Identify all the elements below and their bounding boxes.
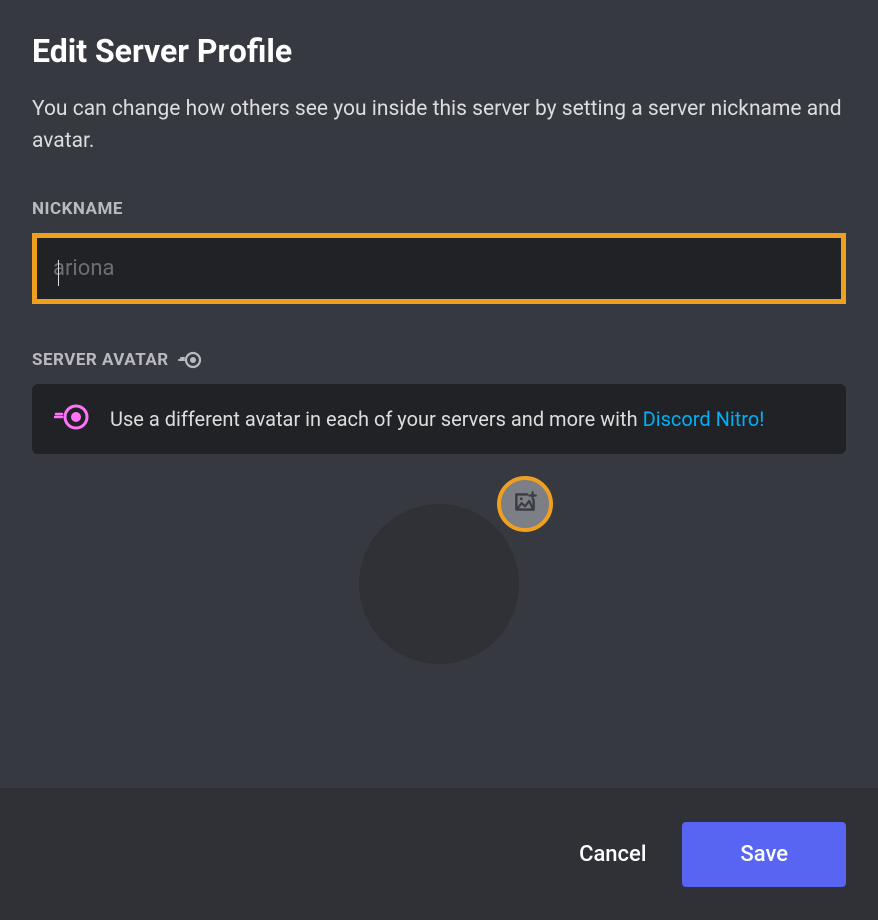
nitro-prompt-prefix: Use a different avatar in each of your s… bbox=[110, 407, 643, 431]
nitro-badge-icon bbox=[54, 404, 90, 434]
modal-subtitle: You can change how others see you inside… bbox=[32, 94, 846, 157]
modal-footer: Cancel Save bbox=[0, 788, 878, 920]
save-button[interactable]: Save bbox=[682, 822, 846, 887]
server-avatar-label-text: SERVER AVATAR bbox=[32, 350, 169, 370]
nickname-input-wrapper bbox=[32, 233, 846, 304]
upload-avatar-button[interactable] bbox=[497, 476, 553, 532]
server-avatar-label: SERVER AVATAR bbox=[32, 350, 846, 370]
edit-server-profile-modal: Edit Server Profile You can change how o… bbox=[0, 0, 878, 788]
nitro-upsell-text: Use a different avatar in each of your s… bbox=[110, 404, 764, 434]
text-cursor bbox=[58, 260, 59, 286]
nickname-label: NICKNAME bbox=[32, 199, 846, 219]
avatar-placeholder[interactable] bbox=[359, 504, 519, 664]
avatar-upload-area bbox=[32, 504, 846, 664]
add-image-icon bbox=[512, 489, 538, 519]
nitro-upsell-banner: Use a different avatar in each of your s… bbox=[32, 384, 846, 454]
nitro-icon bbox=[177, 351, 203, 369]
cancel-button[interactable]: Cancel bbox=[571, 826, 654, 883]
modal-title: Edit Server Profile bbox=[32, 32, 846, 70]
discord-nitro-link[interactable]: Discord Nitro! bbox=[643, 407, 765, 431]
nickname-input[interactable] bbox=[37, 238, 841, 299]
